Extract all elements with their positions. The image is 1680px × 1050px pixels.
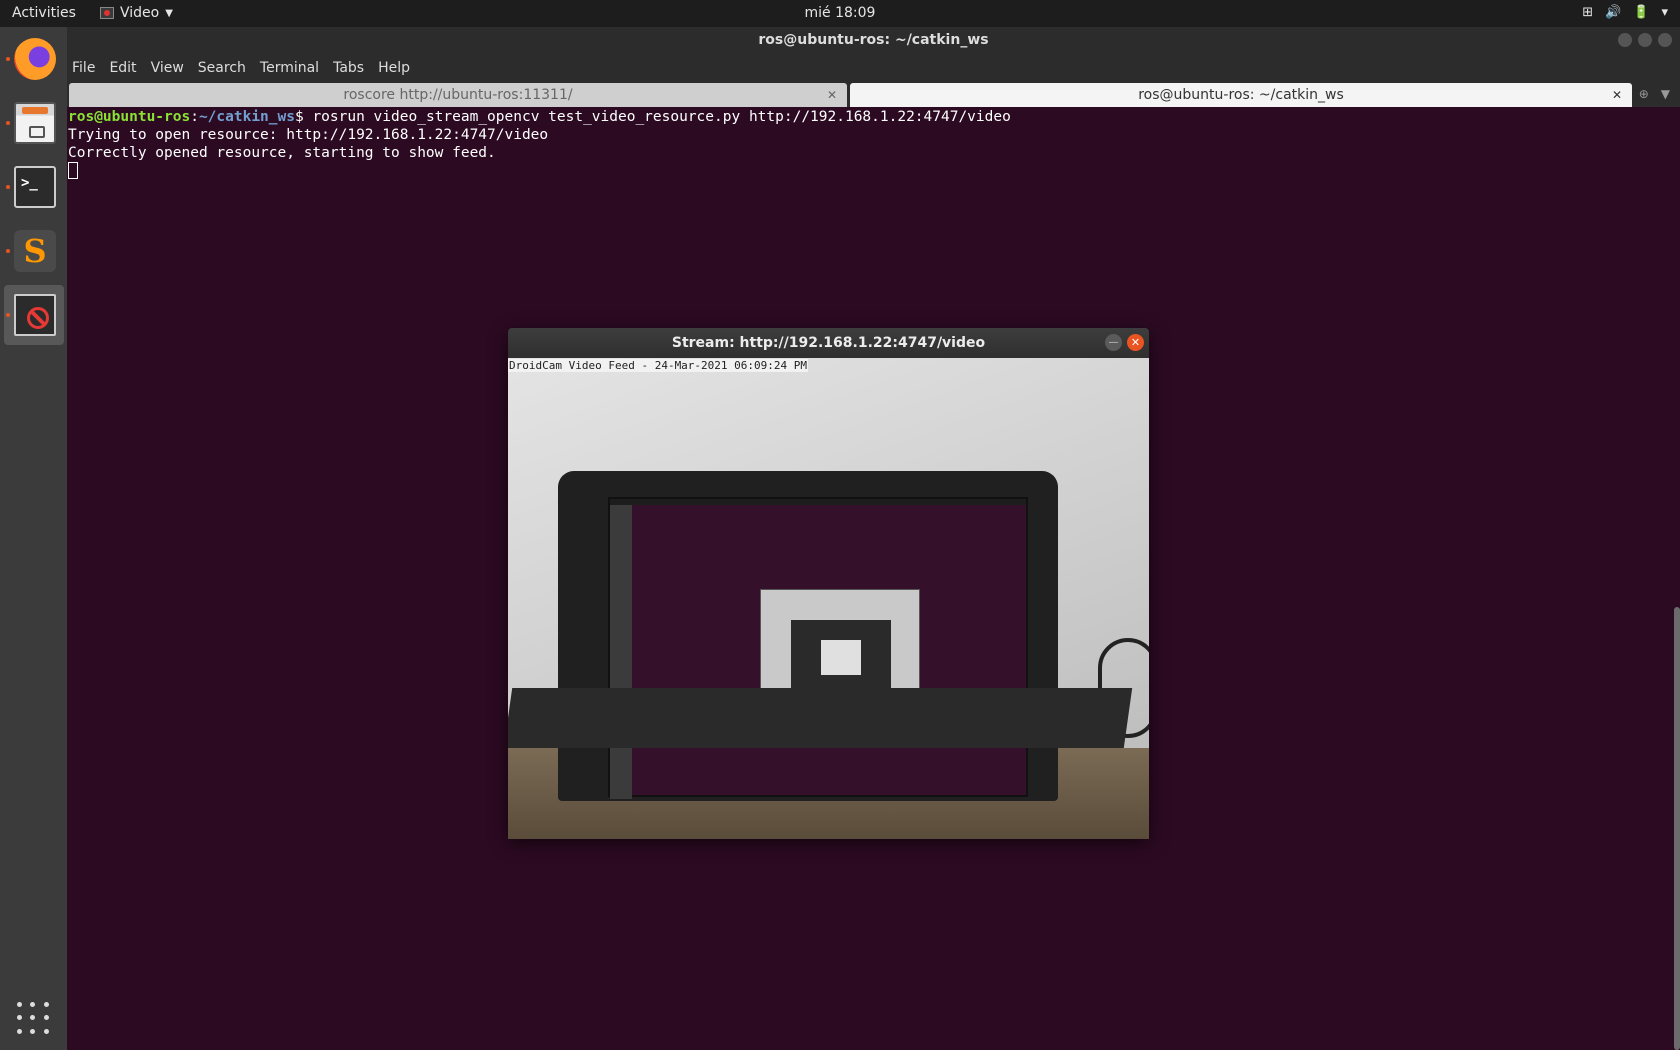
show-applications-icon[interactable] — [17, 1002, 50, 1035]
system-tray[interactable]: ⊞ 🔊 🔋 ▾ — [1582, 5, 1668, 20]
command-line: ros@ubuntu-ros:~/catkin_ws$ rosrun video… — [68, 108, 1680, 126]
window-title: ros@ubuntu-ros: ~/catkin_ws — [758, 32, 989, 48]
dock-item-firefox[interactable] — [4, 29, 64, 89]
clock[interactable]: mié 18:09 — [805, 5, 876, 21]
dock-item-terminal[interactable]: >_ — [4, 157, 64, 217]
battery-icon[interactable]: 🔋 — [1633, 5, 1649, 20]
stream-window-title: Stream: http://192.168.1.22:4747/video — [671, 335, 986, 351]
top-bar: Activities Video ▼ mié 18:09 ⊞ 🔊 🔋 ▾ — [0, 0, 1680, 27]
video-app-icon — [14, 294, 56, 336]
new-tab-icon[interactable]: ⊕ — [1639, 87, 1649, 101]
stream-titlebar[interactable]: Stream: http://192.168.1.22:4747/video — [508, 328, 1149, 358]
menu-file[interactable]: File — [72, 60, 95, 76]
menu-help[interactable]: Help — [378, 60, 410, 76]
close-tab-icon[interactable]: ✕ — [1612, 83, 1622, 107]
system-menu-chevron-icon[interactable]: ▾ — [1661, 5, 1668, 20]
mini-topbar — [610, 499, 1026, 505]
minimize-icon[interactable] — [1618, 33, 1632, 47]
video-feed: DroidCam Video Feed - 24-Mar-2021 06:09:… — [508, 358, 1149, 839]
dock-item-video[interactable] — [4, 285, 64, 345]
running-indicator — [6, 121, 10, 125]
terminal-titlebar[interactable]: ros@ubuntu-ros: ~/catkin_ws — [67, 27, 1680, 54]
volume-icon[interactable]: 🔊 — [1605, 5, 1621, 20]
menu-tabs[interactable]: Tabs — [333, 60, 364, 76]
mini-nested-stream — [821, 640, 861, 675]
tab-bar: roscore http://ubuntu-ros:11311/ ✕ ros@u… — [67, 81, 1680, 107]
chevron-down-icon: ▼ — [165, 7, 173, 19]
stream-window-controls: — ✕ — [1105, 334, 1144, 351]
prompt-user: ros@ubuntu-ros — [68, 109, 191, 125]
tab-catkin-ws[interactable]: ros@ubuntu-ros: ~/catkin_ws ✕ — [850, 83, 1632, 107]
menu-search[interactable]: Search — [198, 60, 246, 76]
menu-terminal[interactable]: Terminal — [260, 60, 319, 76]
app-menu[interactable]: Video ▼ — [100, 5, 173, 21]
menu-edit[interactable]: Edit — [109, 60, 136, 76]
dock: >_ S — [0, 27, 67, 1050]
terminal-scrollbar[interactable] — [1674, 607, 1680, 1050]
files-icon — [14, 102, 56, 144]
tab-roscore[interactable]: roscore http://ubuntu-ros:11311/ ✕ — [69, 83, 847, 107]
firefox-icon — [14, 38, 56, 80]
text-cursor — [68, 162, 78, 179]
window-controls — [1618, 33, 1672, 47]
command-text: rosrun video_stream_opencv test_video_re… — [312, 109, 1011, 125]
running-indicator — [6, 313, 10, 317]
laptop-base — [508, 688, 1133, 748]
laptop-screen — [608, 497, 1028, 799]
close-icon[interactable] — [1658, 33, 1672, 47]
dock-item-files[interactable] — [4, 93, 64, 153]
dock-item-sublime-text[interactable]: S — [4, 221, 64, 281]
terminal-icon: >_ — [14, 166, 56, 208]
network-icon[interactable]: ⊞ — [1582, 5, 1593, 20]
close-tab-icon[interactable]: ✕ — [827, 83, 837, 107]
mini-dock — [610, 505, 632, 799]
minimize-icon[interactable]: — — [1105, 334, 1122, 351]
video-app-icon — [100, 7, 114, 19]
maximize-icon[interactable] — [1638, 33, 1652, 47]
running-indicator — [6, 185, 10, 189]
tab-label: roscore http://ubuntu-ros:11311/ — [343, 87, 573, 103]
menu-view[interactable]: View — [151, 60, 184, 76]
tab-label: ros@ubuntu-ros: ~/catkin_ws — [1138, 87, 1344, 103]
output-line: Correctly opened resource, starting to s… — [68, 145, 496, 161]
app-menu-label: Video — [120, 5, 160, 21]
running-indicator — [6, 249, 10, 253]
cursor-line — [68, 162, 1680, 180]
menu-bar: File Edit View Search Terminal Tabs Help — [67, 54, 1680, 81]
activities-button[interactable]: Activities — [12, 5, 76, 21]
running-indicator — [6, 57, 10, 61]
feed-overlay-text: DroidCam Video Feed - 24-Mar-2021 06:09:… — [508, 359, 809, 372]
tab-controls: ⊕ ▼ — [1639, 87, 1670, 101]
output-line: Trying to open resource: http://192.168.… — [68, 127, 549, 143]
prompt-dollar: $ — [294, 109, 313, 125]
sublime-text-icon: S — [14, 230, 56, 272]
clock-container: mié 18:09 — [0, 5, 1680, 21]
close-icon[interactable]: ✕ — [1127, 334, 1144, 351]
prompt-separator: : — [190, 109, 199, 125]
laptop-image — [558, 471, 1058, 801]
stream-window: Stream: http://192.168.1.22:4747/video —… — [508, 328, 1149, 839]
prompt-path: ~/catkin_ws — [198, 109, 295, 125]
tabs-menu-chevron-icon[interactable]: ▼ — [1661, 87, 1670, 101]
